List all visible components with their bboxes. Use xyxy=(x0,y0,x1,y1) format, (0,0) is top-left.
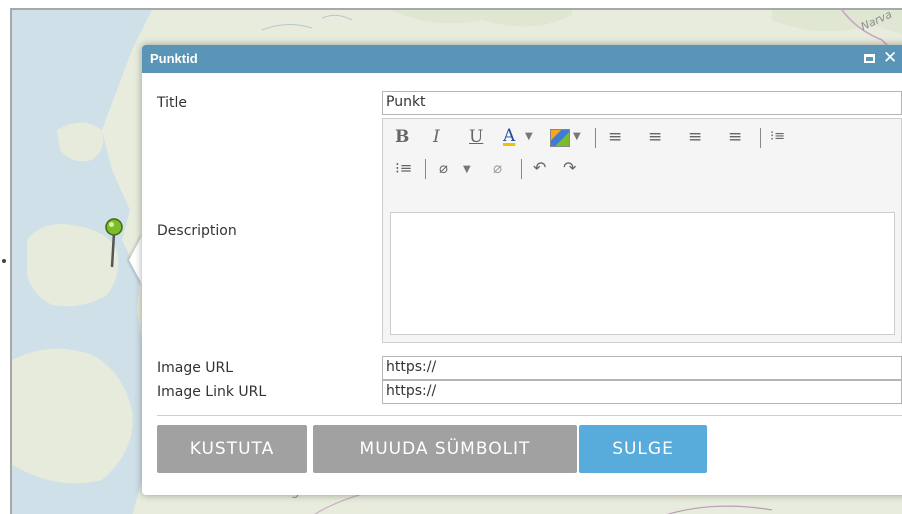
link-icon[interactable]: ⌀ xyxy=(439,158,448,178)
delete-button[interactable]: KUSTUTA xyxy=(157,425,307,473)
font-color-icon[interactable]: A xyxy=(503,126,515,146)
italic-icon[interactable]: I xyxy=(433,127,440,147)
toolbar-separator xyxy=(521,159,522,179)
align-right-icon[interactable]: ≡ xyxy=(688,127,702,147)
highlight-color-icon[interactable] xyxy=(550,129,570,147)
map-frame: Narva Gulf of Riga Punktid ✕ Title Punkt… xyxy=(10,8,902,514)
change-symbol-button[interactable]: MUUDA SÜMBOLIT xyxy=(313,425,577,473)
toolbar-separator xyxy=(595,128,596,148)
undo-icon[interactable]: ↶ xyxy=(533,158,546,178)
popup-title: Punktid xyxy=(150,51,198,66)
underline-icon[interactable]: U xyxy=(469,127,483,147)
image-url-label: Image URL xyxy=(157,360,234,376)
map-pin-icon[interactable] xyxy=(103,217,125,269)
popup-pointer xyxy=(129,234,143,286)
close-button[interactable]: SULGE xyxy=(579,425,707,473)
image-url-field[interactable]: https:// xyxy=(382,356,902,380)
image-link-url-label: Image Link URL xyxy=(157,384,267,400)
description-field-label: Description xyxy=(157,223,237,239)
align-left-icon[interactable]: ≡ xyxy=(608,127,622,147)
close-icon[interactable]: ✕ xyxy=(883,48,897,68)
bold-icon[interactable]: B xyxy=(395,127,409,147)
unlink-icon[interactable]: ⌀ xyxy=(493,158,502,178)
toolbar-separator xyxy=(760,128,761,148)
description-field[interactable] xyxy=(390,212,895,335)
popup-titlebar: Punktid ✕ xyxy=(142,45,902,73)
ordered-list-icon[interactable]: ⁝≡ xyxy=(770,127,785,147)
justify-icon[interactable]: ≡ xyxy=(728,127,742,147)
redo-icon[interactable]: ↷ xyxy=(563,158,576,178)
highlight-dropdown-icon[interactable]: ▼ xyxy=(573,127,581,147)
unordered-list-icon[interactable]: ⁝≡ xyxy=(395,158,412,178)
button-divider xyxy=(157,415,902,416)
image-link-url-field[interactable]: https:// xyxy=(382,380,902,404)
align-center-icon[interactable]: ≡ xyxy=(648,127,662,147)
description-editor: B I U A ▼ ▼ ≡ ≡ ≡ ≡ ⁝≡ ⁝≡ ⌀ ▼ ⌀ ↶ ↷ xyxy=(382,118,902,343)
maximize-icon[interactable] xyxy=(864,54,875,63)
link-dropdown-icon[interactable]: ▼ xyxy=(463,160,471,180)
title-field-label: Title xyxy=(157,95,188,111)
toolbar-separator xyxy=(425,159,426,179)
font-color-dropdown-icon[interactable]: ▼ xyxy=(525,127,533,147)
title-field[interactable]: Punkt xyxy=(382,91,902,115)
feature-popup: Punktid ✕ Title Punkt Description B I U … xyxy=(142,45,902,495)
map-edge-dot xyxy=(2,259,6,263)
